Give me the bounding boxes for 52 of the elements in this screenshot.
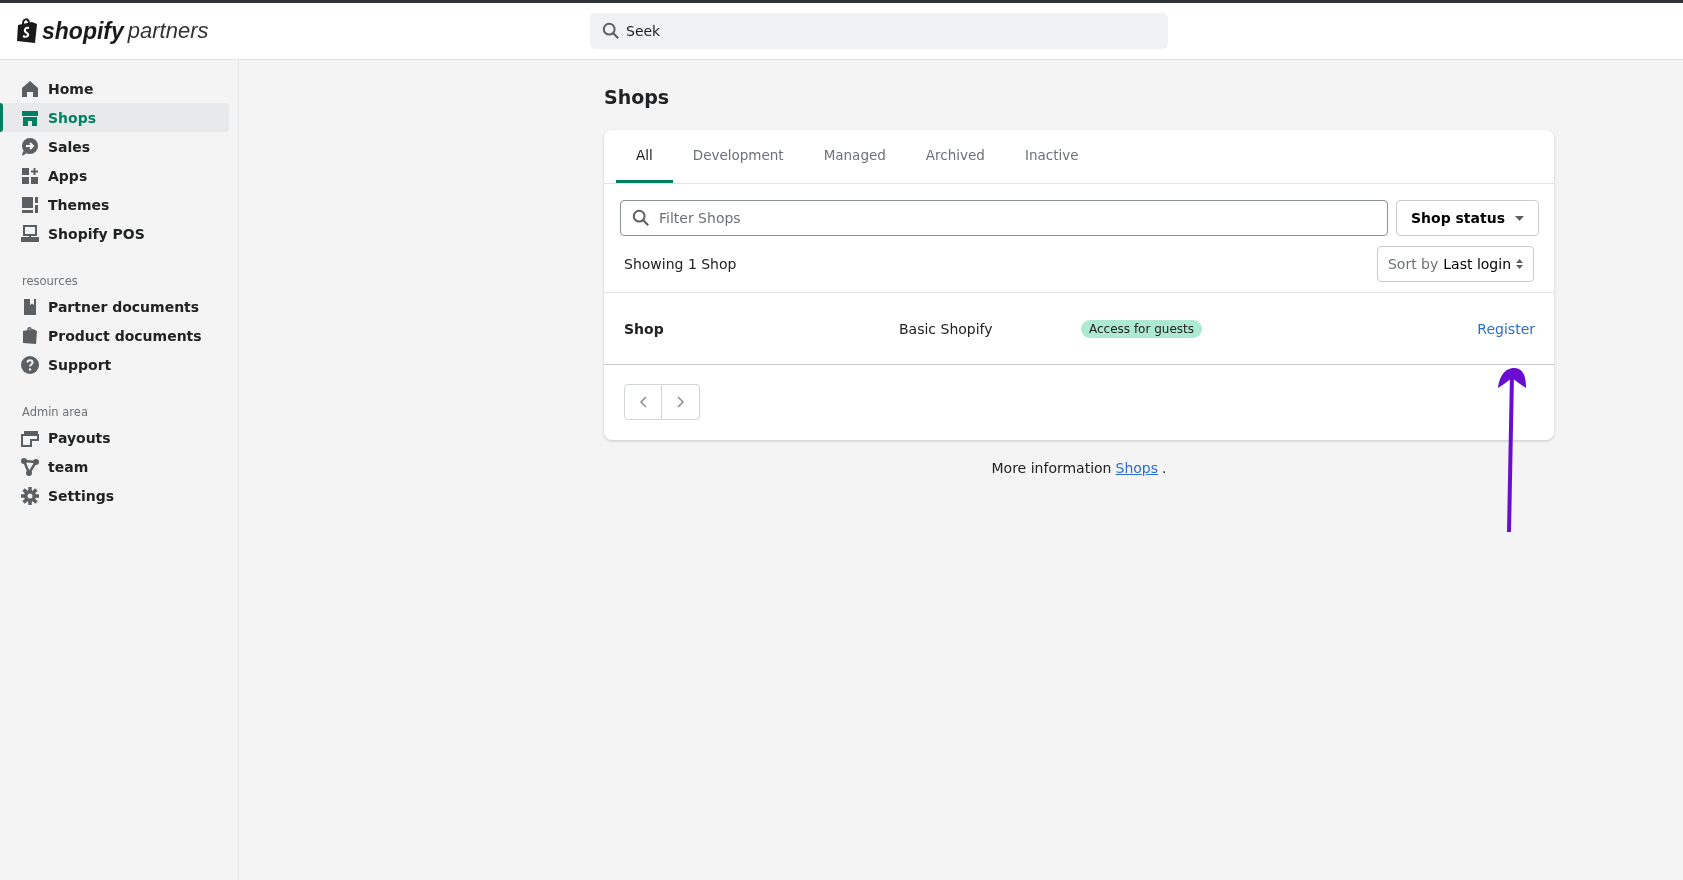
sidebar-item[interactable]: Product documents xyxy=(0,321,229,350)
tab[interactable]: Managed xyxy=(803,130,906,183)
previous-page-button[interactable] xyxy=(624,384,662,420)
tab[interactable]: All xyxy=(616,130,673,183)
sort-select[interactable]: Sort by Last login xyxy=(1376,246,1534,282)
settings-icon xyxy=(20,485,40,506)
tab[interactable]: Inactive xyxy=(1004,130,1099,183)
sidebar-item[interactable]: Partner documents xyxy=(0,292,229,321)
footer-period: . xyxy=(1162,460,1167,476)
arrow-circle-icon xyxy=(20,136,40,157)
sidebar-item[interactable]: Shops xyxy=(0,103,229,132)
logo-subtitle: partners xyxy=(127,18,209,44)
search-field[interactable]: Seek xyxy=(590,13,1168,49)
caret-icon xyxy=(1515,215,1524,221)
shop-name: Shop xyxy=(624,320,665,337)
search-icon xyxy=(632,209,650,227)
sidebar-item[interactable]: Support xyxy=(0,350,229,379)
footer-text: More information xyxy=(991,460,1112,476)
sidebar-item[interactable]: Home xyxy=(0,74,229,103)
layout-icon xyxy=(20,194,40,215)
search-icon xyxy=(602,22,620,40)
chevron-right-icon xyxy=(676,396,685,408)
sidebar-heading: resources xyxy=(21,273,79,290)
chevron-left-icon xyxy=(639,396,647,408)
page-title: Shops xyxy=(604,86,671,108)
sidebar-item[interactable]: Apps xyxy=(0,161,229,190)
help-icon xyxy=(20,354,40,375)
tab[interactable]: Development xyxy=(672,130,804,183)
sidebar-item[interactable]: Themes xyxy=(0,190,229,219)
logo-wordmark: shopify xyxy=(42,17,124,45)
terminal-icon xyxy=(20,223,40,244)
sidebar-item[interactable]: Sales xyxy=(0,132,229,161)
result-count: Showing 1 Shop xyxy=(624,256,737,272)
apps-icon xyxy=(20,165,40,186)
register-link[interactable]: Register xyxy=(1477,320,1535,337)
home-icon xyxy=(20,78,40,99)
sort-caret-icon xyxy=(1516,259,1523,269)
shopping-bag-icon xyxy=(20,325,40,346)
shopping-bag-icon xyxy=(16,18,38,44)
nodes-icon xyxy=(20,456,40,477)
shop-status-button[interactable]: Shop status xyxy=(1395,200,1539,236)
sidebar-item[interactable]: team xyxy=(0,452,229,481)
sidebar-item[interactable]: Settings xyxy=(0,481,229,510)
tab[interactable]: Archived xyxy=(905,130,1005,183)
shop-plan: Basic Shopify xyxy=(899,320,994,337)
sidebar-heading: Admin area xyxy=(21,404,89,421)
sidebar-item[interactable]: Shopify POS xyxy=(0,219,229,248)
next-page-button[interactable] xyxy=(662,384,700,420)
shops-link[interactable]: Shops xyxy=(1115,460,1158,476)
sidebar-item[interactable]: Payouts xyxy=(0,423,229,452)
filter-field[interactable]: Filter Shops xyxy=(620,200,1388,236)
status-badge: Access for guests xyxy=(1081,319,1203,338)
